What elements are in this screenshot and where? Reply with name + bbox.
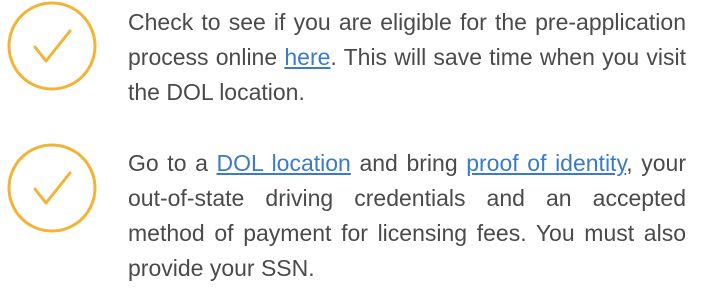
here-link[interactable]: here bbox=[284, 44, 330, 70]
step-eligibility-text: Check to see if you are eligible for the… bbox=[128, 5, 686, 110]
proof-of-identity-link[interactable]: proof of identity bbox=[466, 150, 626, 176]
checkmark-circle-icon bbox=[7, 1, 97, 91]
step-visit-dol-text-b: and bring bbox=[350, 150, 467, 176]
dol-location-link[interactable]: DOL location bbox=[217, 150, 351, 176]
step-visit-dol-text-a: Go to a bbox=[128, 150, 217, 176]
step-visit-dol-text: Go to a DOL location and bring proof of … bbox=[128, 146, 686, 286]
checkmark-circle-icon bbox=[7, 143, 97, 233]
